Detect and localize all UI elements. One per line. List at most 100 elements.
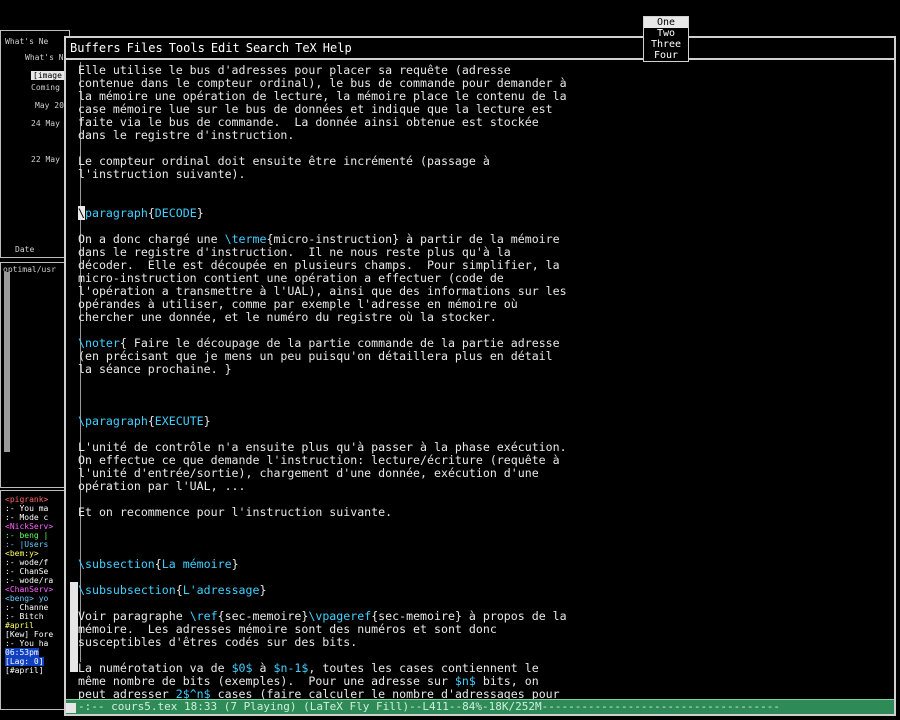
- browser-pane: What's Ne What's N [image Coming May 20 24 Ma…: [0, 30, 70, 258]
- terminal-line: optimal/usr: [3, 265, 56, 274]
- text-segment: décoder. Elle est découpée en plusieurs …: [78, 258, 560, 272]
- text-segment: L'unité de contrôle n'a ensuite plus qu'…: [78, 440, 567, 454]
- text-segment: Elle utilise le bus d'adresses pour plac…: [78, 63, 511, 77]
- menu-item-files[interactable]: Files: [127, 41, 163, 55]
- text-segment: opération par l'UAL, ...: [78, 479, 246, 493]
- text-segment: bits, on: [475, 674, 539, 688]
- terminal-scrollbar[interactable]: [4, 272, 10, 452]
- text-line: chercher une donnée, et le numéro du reg…: [78, 311, 890, 324]
- browser-line: What's N: [25, 53, 64, 62]
- irc-line: :- You ha: [5, 639, 49, 648]
- text-segment: Le compteur ordinal doit ensuite être in…: [78, 154, 490, 168]
- text-cursor: \: [78, 206, 85, 220]
- browser-line: Coming: [31, 83, 60, 92]
- menu-item-search[interactable]: Search: [246, 41, 289, 55]
- text-segment: {: [175, 583, 183, 597]
- irc-line: <bem:y>: [5, 549, 39, 558]
- latex-keyword: \subsection: [78, 557, 155, 571]
- browser-line: What's Ne: [5, 37, 49, 46]
- text-segment: opérandes à utiliser, comme par exemple …: [78, 297, 518, 311]
- latex-keyword: \vpageref: [308, 609, 372, 623]
- workspace-menu-item-one[interactable]: One: [644, 17, 688, 28]
- latex-keyword: \terme: [224, 232, 267, 246]
- text-segment: {micro-instruction} à partir de la mémoi…: [266, 232, 560, 246]
- latex-keyword: EXECUTE: [154, 414, 204, 428]
- text-line: \subsection{La mémoire}: [78, 558, 890, 571]
- text-segment: contenue dans le compteur ordinal), le b…: [78, 76, 567, 90]
- text-line: opération par l'UAL, ...: [78, 480, 890, 493]
- text-segment: faite via le bus de commande. La donnée …: [78, 115, 539, 129]
- text-segment: }: [231, 557, 239, 571]
- text-segment: case mémoire lue sur le bus de données e…: [78, 102, 553, 116]
- irc-line: [Kew] Fore: [5, 630, 54, 639]
- text-segment: , toutes les cases contiennent le: [308, 661, 539, 675]
- latex-keyword: paragraph: [84, 206, 148, 220]
- text-line: la séance prochaine. }: [78, 363, 890, 376]
- text-segment: dans le registre d'instruction.: [78, 128, 295, 142]
- irc-line: :- ChanSe: [5, 567, 49, 576]
- text-segment: à: [252, 661, 274, 675]
- latex-keyword: $n$: [454, 674, 476, 688]
- menu-item-help[interactable]: Help: [323, 41, 352, 55]
- irc-line: <ChanServ>: [5, 585, 54, 594]
- text-segment: {sec-memoire}: [217, 609, 309, 623]
- text-segment: susceptibles d'êtres codés sur des bits.: [78, 635, 358, 649]
- workspace-menu-item-three[interactable]: Three: [644, 39, 688, 50]
- irc-line: #april: [5, 621, 34, 630]
- menu-item-tex[interactable]: TeX: [295, 41, 317, 55]
- irc-line: :- wode/ra: [5, 576, 54, 585]
- browser-line: 22 May: [31, 155, 60, 164]
- latex-keyword: \noter: [78, 336, 120, 350]
- irc-line: <NickServ>: [5, 522, 54, 531]
- text-line: [78, 376, 890, 389]
- irc-line: [Lag: 0]: [5, 657, 44, 666]
- emacs-window: Buffers Files Tools Edit Search TeX Help Elle …: [64, 36, 896, 716]
- latex-keyword: $0$: [231, 661, 253, 675]
- text-line: [78, 389, 890, 402]
- text-line: l'instruction suivante).: [78, 168, 890, 181]
- browser-line[interactable]: [image: [31, 71, 64, 80]
- text-segment: On effectue ce que demande l'instruction…: [78, 453, 560, 467]
- workspace-menu[interactable]: One Two Three Four: [643, 16, 689, 62]
- text-segment: même nombre de bits (exemples). Pour une…: [78, 674, 455, 688]
- latex-keyword: \paragraph: [78, 414, 148, 428]
- text-line: \paragraph{DECODE}: [78, 206, 890, 220]
- irc-line: :- You ma: [5, 504, 49, 513]
- irc-line: :- beng |: [5, 531, 49, 540]
- latex-keyword: L'adressage: [182, 583, 260, 597]
- text-segment: micro-instruction contient une opération…: [78, 271, 504, 285]
- irc-pane: <pigrank>:- You ma:- Mode c <NickServ>:- …: [0, 490, 70, 710]
- browser-line: Date: [15, 245, 35, 254]
- menu-item-buffers[interactable]: Buffers: [70, 41, 121, 55]
- latex-keyword: La mémoire: [161, 557, 232, 571]
- mode-line-text: -:-- cours5.tex 18:33 (7 Playing) (LaTeX…: [78, 700, 780, 713]
- text-line: \subsubsection{L'adressage}: [78, 584, 890, 597]
- editor-text[interactable]: Elle utilise le bus d'adresses pour plac…: [78, 64, 890, 701]
- workspace-menu-item-four[interactable]: Four: [644, 50, 688, 61]
- text-segment: {: [154, 557, 162, 571]
- irc-line: [#april]: [5, 666, 44, 675]
- text-segment: dans le registre d'instruction. Il ne no…: [78, 245, 511, 259]
- text-line: [78, 532, 890, 545]
- menu-item-tools[interactable]: Tools: [169, 41, 205, 55]
- text-segment: Voir paragraphe: [78, 609, 190, 623]
- irc-line: :- Bitch: [5, 612, 44, 621]
- text-segment: {: [147, 414, 155, 428]
- browser-line: 24 May: [31, 119, 60, 128]
- browser-line: May 20: [35, 101, 64, 110]
- resize-corner[interactable]: [66, 703, 76, 713]
- text-line: susceptibles d'êtres codés sur des bits.: [78, 636, 890, 649]
- text-segment: {sec-memoire} à propos de la: [371, 609, 567, 623]
- mode-line: -:-- cours5.tex 18:33 (7 Playing) (LaTeX…: [66, 699, 894, 714]
- irc-line: :- |Users: [5, 540, 49, 549]
- text-line: [78, 519, 890, 532]
- text-segment: La numérotation va de: [78, 661, 232, 675]
- scrollbar-thumb[interactable]: [70, 582, 78, 672]
- workspace-menu-item-two[interactable]: Two: [644, 28, 688, 39]
- text-segment: On a donc chargé une: [78, 232, 225, 246]
- menu-item-edit[interactable]: Edit: [211, 41, 240, 55]
- menu-bar: Buffers Files Tools Edit Search TeX Help: [66, 38, 894, 60]
- text-segment: la mémoire une opération de lecture, la …: [78, 89, 567, 103]
- irc-line: :- Mode c: [5, 513, 49, 522]
- irc-line: :- wode/f: [5, 558, 49, 567]
